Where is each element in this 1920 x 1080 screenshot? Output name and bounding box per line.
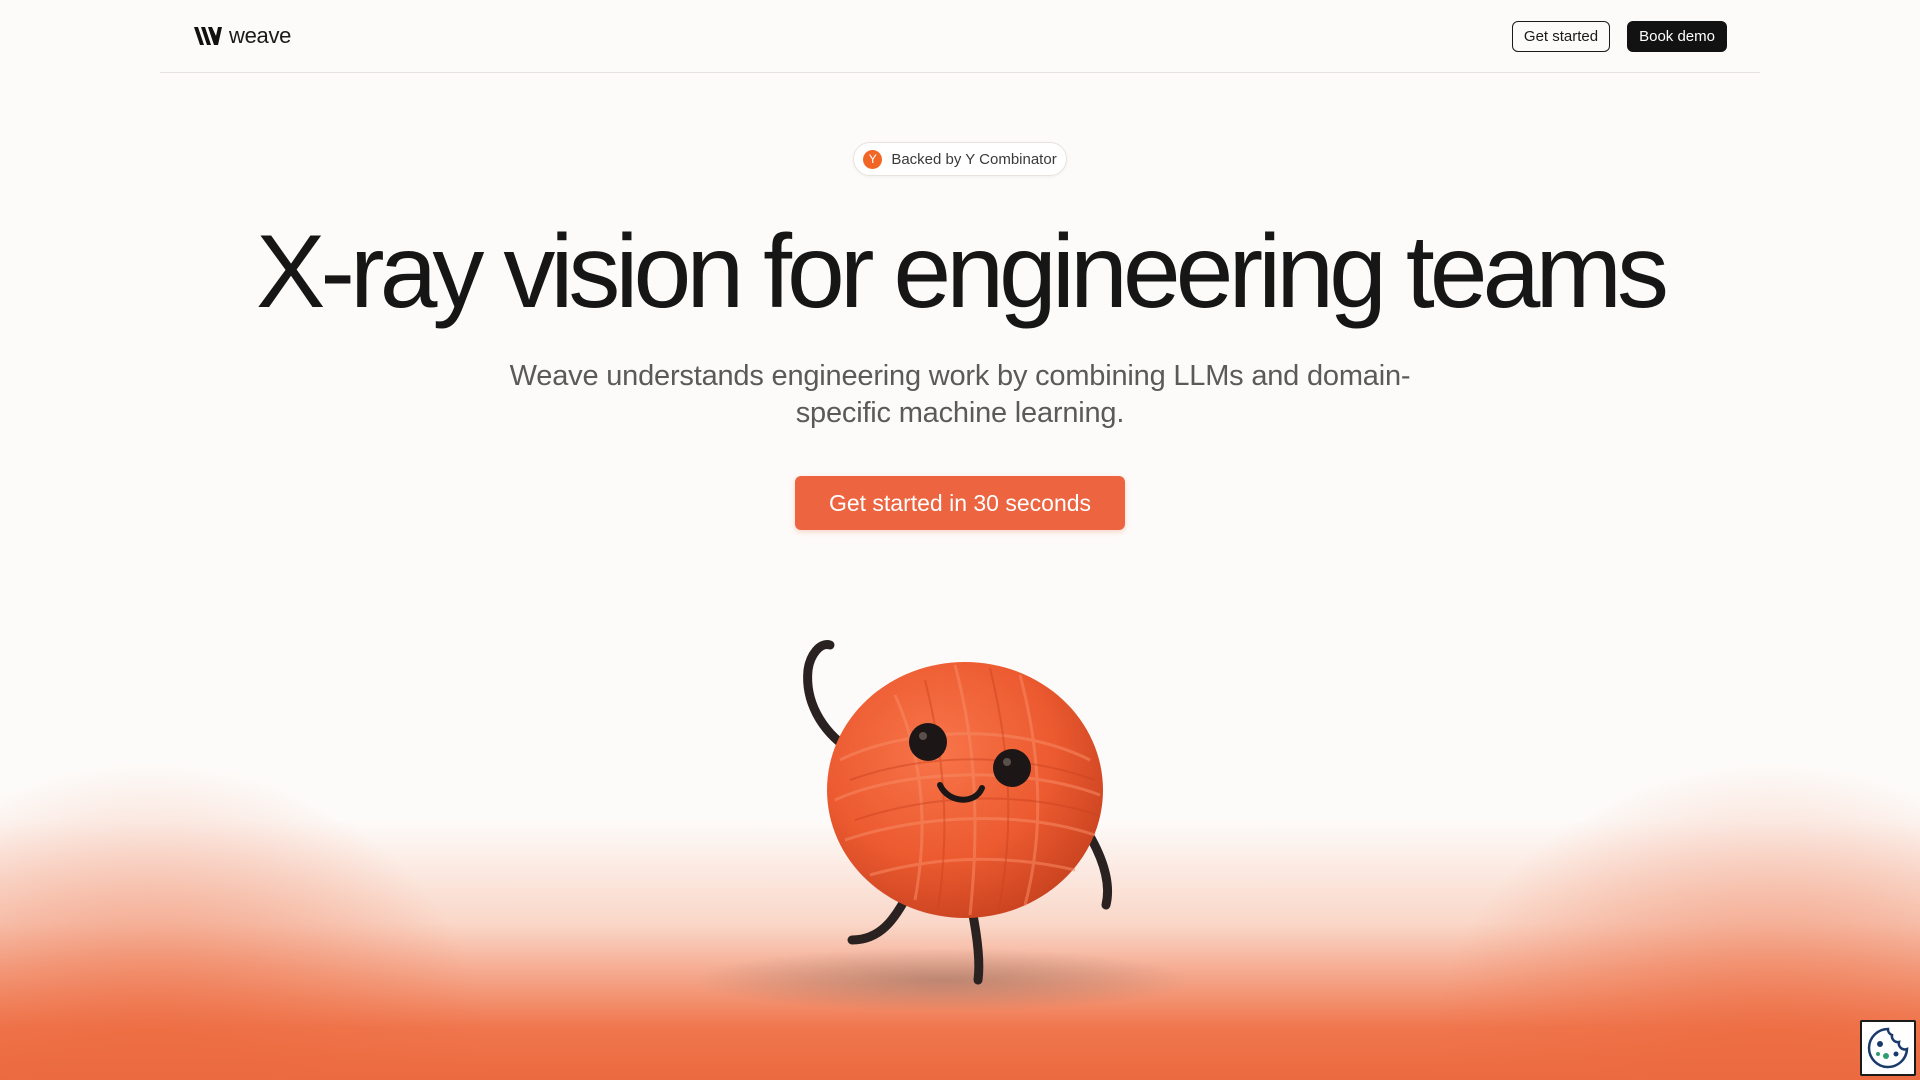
hero-headline: X-ray vision for engineering teams [255, 214, 1669, 330]
mascot-left-eye [909, 723, 947, 761]
mascot-right-eye [993, 749, 1031, 787]
brand-logo-link[interactable]: weave [193, 23, 291, 49]
brand-name: weave [229, 23, 292, 48]
header-actions: Get started Book demo [1511, 20, 1727, 52]
bottom-gradient-right [1420, 760, 1920, 1080]
weave-logo-icon [194, 27, 222, 45]
cookie-settings-button[interactable] [1860, 1020, 1916, 1076]
cookie-icon [1867, 1027, 1909, 1069]
book-demo-button[interactable]: Book demo [1627, 20, 1727, 52]
get-started-cta-button[interactable]: Get started in 30 seconds [795, 476, 1125, 530]
yarn-ball [827, 662, 1103, 918]
badge-text: Backed by Y Combinator [891, 150, 1057, 168]
yc-badge: Y Backed by Y Combinator [853, 142, 1067, 176]
get-started-button[interactable]: Get started [1511, 20, 1611, 52]
hero-subline: Weave understands engineering work by co… [509, 360, 1411, 429]
page: weave Get started Book demo Y Backed by … [0, 0, 1920, 1080]
mascot-shadow [692, 948, 1192, 1012]
bottom-gradient-left [0, 760, 500, 1080]
y-combinator-icon: Y [863, 149, 883, 169]
site-header: weave Get started Book demo [160, 0, 1760, 73]
yarn-ball-mascot [692, 640, 1192, 1012]
